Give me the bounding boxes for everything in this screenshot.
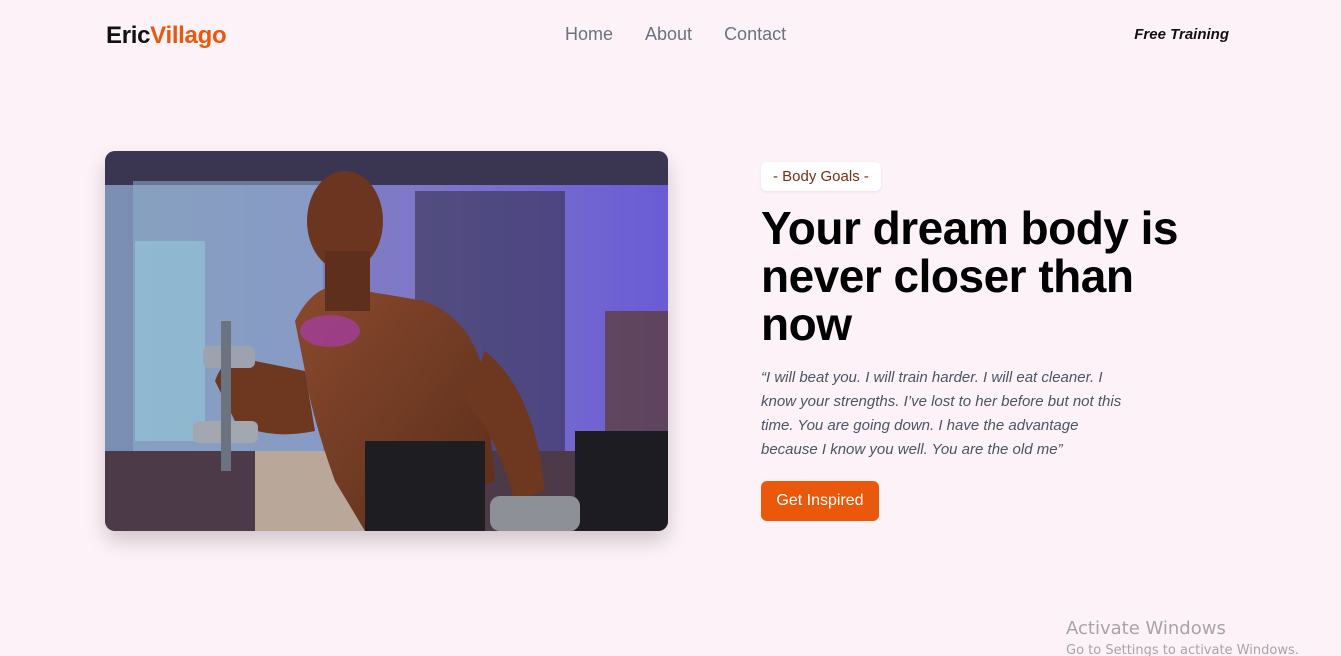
watermark-title: Activate Windows xyxy=(1066,618,1226,639)
brand-logo[interactable]: EricVillago xyxy=(106,22,227,50)
gym-photo-illustration xyxy=(105,151,668,531)
hero-photo xyxy=(105,151,668,531)
windows-activation-watermark: Activate Windows Go to Settings to activ… xyxy=(1066,618,1299,656)
nav-link-contact[interactable]: Contact xyxy=(724,24,786,45)
hero-quote: “I will beat you. I will train harder. I… xyxy=(761,369,1122,458)
site-header: EricVillago Home About Contact Free Trai… xyxy=(0,0,1341,72)
free-training-link[interactable]: Free Training xyxy=(1134,26,1229,43)
nav-link-about[interactable]: About xyxy=(645,24,692,45)
nav-link-home[interactable]: Home xyxy=(565,24,613,45)
brand-first-name: Eric xyxy=(106,22,151,49)
main-nav: Home About Contact xyxy=(565,24,786,45)
watermark-subtitle: Go to Settings to activate Windows. xyxy=(1066,643,1299,656)
body-goals-badge: - Body Goals - xyxy=(761,162,881,191)
get-inspired-button[interactable]: Get Inspired xyxy=(761,481,879,521)
brand-last-name: Villago xyxy=(150,22,227,49)
hero-title: Your dream body is never closer than now xyxy=(761,202,1179,350)
